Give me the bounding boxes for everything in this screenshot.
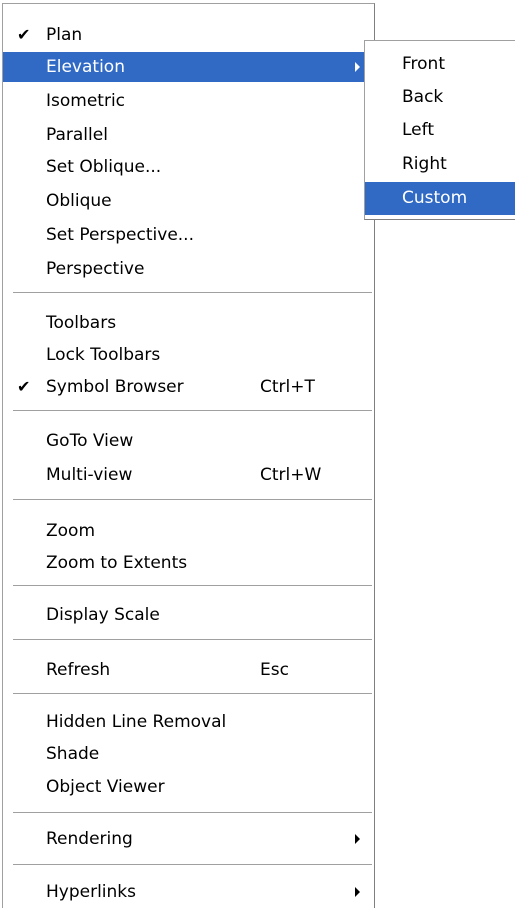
- menu-item-label: Object Viewer: [46, 777, 165, 797]
- elevation-submenu: Front Back Left Right Custom: [364, 40, 515, 220]
- menu-item-label: Shade: [46, 744, 100, 764]
- menu-item-goto-view[interactable]: GoTo View: [3, 426, 372, 456]
- submenu-item-label: Left: [402, 120, 434, 140]
- menu-item-label: Rendering: [46, 829, 133, 849]
- view-menu: ✔ Plan Elevation Isometric Parallel Set …: [2, 3, 375, 908]
- menu-item-zoom-to-extents[interactable]: Zoom to Extents: [3, 548, 372, 578]
- menu-item-label: Zoom to Extents: [46, 553, 188, 573]
- checkmark-icon: ✔: [17, 377, 31, 396]
- menu-separator: [13, 585, 372, 587]
- menu-item-parallel[interactable]: Parallel: [3, 120, 372, 150]
- menu-item-zoom[interactable]: Zoom: [3, 516, 372, 546]
- submenu-arrow-icon: [355, 62, 360, 72]
- menu-separator: [13, 292, 372, 294]
- menu-item-refresh[interactable]: Refresh Esc: [3, 655, 372, 685]
- submenu-item-label: Back: [402, 87, 444, 107]
- menu-item-multi-view[interactable]: Multi-view Ctrl+W: [3, 460, 372, 490]
- menu-separator: [13, 499, 372, 501]
- menu-item-oblique[interactable]: Oblique: [3, 186, 372, 216]
- menu-separator: [13, 693, 372, 695]
- menu-item-label: Elevation: [46, 57, 125, 77]
- menu-item-label: GoTo View: [46, 431, 134, 451]
- submenu-item-custom[interactable]: Custom: [365, 182, 515, 215]
- menu-item-label: Refresh: [46, 660, 111, 680]
- menu-item-label: Parallel: [46, 125, 108, 145]
- menu-item-display-scale[interactable]: Display Scale: [3, 600, 372, 630]
- menu-item-isometric[interactable]: Isometric: [3, 86, 372, 116]
- shortcut-label: Ctrl+T: [260, 377, 315, 397]
- menu-item-label: Set Oblique...: [46, 157, 162, 177]
- menu-separator: [13, 410, 372, 412]
- menu-item-label: Hidden Line Removal: [46, 712, 227, 732]
- menu-item-lock-toolbars[interactable]: Lock Toolbars: [3, 340, 372, 370]
- menu-item-object-viewer[interactable]: Object Viewer: [3, 772, 372, 802]
- menu-item-symbol-browser[interactable]: ✔ Symbol Browser Ctrl+T: [3, 372, 372, 402]
- shortcut-label: Ctrl+W: [260, 465, 322, 485]
- menu-item-label: Toolbars: [46, 313, 117, 333]
- submenu-item-label: Custom: [402, 188, 468, 208]
- menu-item-set-oblique[interactable]: Set Oblique...: [3, 152, 372, 182]
- shortcut-label: Esc: [260, 660, 289, 680]
- menu-item-label: Zoom: [46, 521, 96, 541]
- menu-item-toolbars[interactable]: Toolbars: [3, 308, 372, 338]
- submenu-item-label: Right: [402, 154, 447, 174]
- menu-item-label: Multi-view: [46, 465, 133, 485]
- menu-item-label: Plan: [46, 25, 83, 45]
- menu-separator: [13, 864, 372, 866]
- menu-item-label: Set Perspective...: [46, 225, 194, 245]
- menu-separator: [13, 639, 372, 641]
- menu-item-label: Symbol Browser: [46, 377, 184, 397]
- menu-item-label: Display Scale: [46, 605, 160, 625]
- menu-item-perspective[interactable]: Perspective: [3, 254, 372, 284]
- menu-item-label: Oblique: [46, 191, 112, 211]
- menu-item-shade[interactable]: Shade: [3, 739, 372, 769]
- menu-item-hidden-line-removal[interactable]: Hidden Line Removal: [3, 707, 372, 737]
- submenu-item-back[interactable]: Back: [365, 81, 515, 114]
- submenu-arrow-icon: [355, 887, 360, 897]
- menu-item-label: Perspective: [46, 259, 145, 279]
- submenu-arrow-icon: [355, 834, 360, 844]
- menu-item-rendering[interactable]: Rendering: [3, 824, 372, 854]
- submenu-item-front[interactable]: Front: [365, 48, 515, 81]
- menu-item-elevation[interactable]: Elevation: [3, 52, 372, 82]
- checkmark-icon: ✔: [17, 25, 31, 44]
- submenu-item-left[interactable]: Left: [365, 114, 515, 147]
- menu-item-label: Isometric: [46, 91, 126, 111]
- menu-item-hyperlinks[interactable]: Hyperlinks: [3, 877, 372, 907]
- menu-item-label: Lock Toolbars: [46, 345, 161, 365]
- menu-item-plan[interactable]: ✔ Plan: [3, 20, 372, 50]
- menu-item-set-perspective[interactable]: Set Perspective...: [3, 220, 372, 250]
- menu-separator: [13, 812, 372, 814]
- submenu-item-label: Front: [402, 54, 445, 74]
- submenu-item-right[interactable]: Right: [365, 148, 515, 181]
- menu-item-label: Hyperlinks: [46, 882, 137, 902]
